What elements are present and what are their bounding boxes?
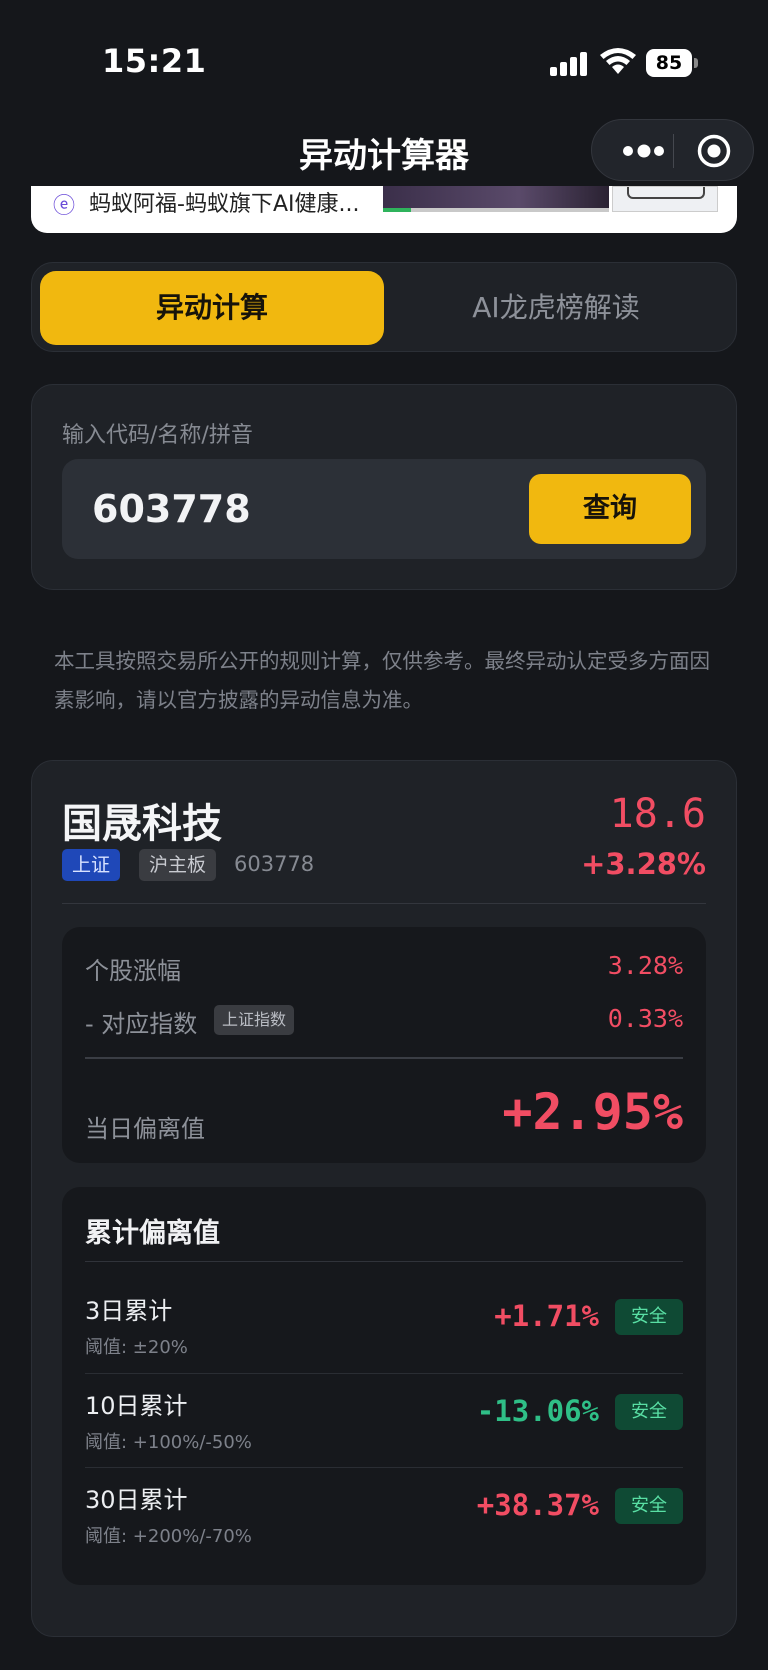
disclaimer-text: 本工具按照交易所公开的规则计算，仅供参考。最终异动认定受多方面因素影响，请以官方… <box>54 649 710 712</box>
index-label: - 对应指数 <box>85 1010 198 1038</box>
stock-change-value: 3.28% <box>607 951 683 980</box>
cumulative-threshold: 阈值: +200%/-70% <box>85 1526 252 1547</box>
status-bar: 15:21 85 <box>0 0 768 120</box>
stock-change-label: 个股涨幅 <box>85 957 181 985</box>
cumulative-value: +1.71% <box>494 1299 599 1333</box>
daily-deviation-value: +2.95% <box>502 1083 683 1141</box>
stock-change: +3.28% <box>581 847 706 881</box>
stock-code: 603778 <box>234 852 315 876</box>
cumulative-deviation-box: 累计偏离值 3日累计 阈值: ±20% +1.71% 安全 10日累计 阈值: … <box>62 1187 706 1585</box>
cumulative-name: 10日累计 <box>85 1392 188 1420</box>
cumulative-row-3d: 3日累计 阈值: ±20% +1.71% 安全 <box>85 1279 683 1373</box>
board-tag: 沪主板 <box>139 849 217 881</box>
ad-text: 蚂蚁阿福-蚂蚁旗下AI健康... <box>89 192 360 217</box>
cumulative-value: +38.37% <box>476 1488 599 1522</box>
status-badge: 安全 <box>615 1299 683 1335</box>
index-tag: 上证指数 <box>214 1005 295 1035</box>
index-value: 0.33% <box>607 1004 683 1033</box>
target-circle-icon[interactable] <box>696 133 732 169</box>
ad-thumbnail <box>612 186 718 212</box>
query-button[interactable]: 查询 <box>529 474 691 544</box>
search-box: 查询 <box>62 459 706 559</box>
battery-level: 85 <box>646 49 692 77</box>
cumulative-row-10d: 10日累计 阈值: +100%/-50% -13.06% 安全 <box>85 1373 683 1467</box>
search-label: 输入代码/名称/拼音 <box>62 423 253 448</box>
cumulative-threshold: 阈值: +100%/-50% <box>85 1432 252 1453</box>
status-badge: 安全 <box>615 1394 683 1430</box>
daily-deviation-box: 个股涨幅 3.28% - 对应指数 上证指数 0.33% 当日偏离值 +2.95… <box>62 927 706 1163</box>
cellular-signal-icon <box>550 52 590 76</box>
mini-program-capsule <box>591 119 754 181</box>
cumulative-threshold: 阈值: ±20% <box>85 1337 188 1358</box>
status-time: 15:21 <box>102 42 207 80</box>
cumulative-row-30d: 30日累计 阈值: +200%/-70% +38.37% 安全 <box>85 1467 683 1561</box>
battery-icon: 85 <box>646 49 698 77</box>
search-input[interactable] <box>92 481 512 537</box>
ad-logo-icon: ⓔ <box>53 194 76 219</box>
cumulative-name: 3日累计 <box>85 1297 173 1325</box>
wifi-icon <box>600 48 636 74</box>
cumulative-name: 30日累计 <box>85 1486 188 1514</box>
status-badge: 安全 <box>615 1488 683 1524</box>
tab-anomaly-calc[interactable]: 异动计算 <box>40 271 384 345</box>
cumulative-value: -13.06% <box>476 1394 599 1428</box>
daily-deviation-label: 当日偏离值 <box>85 1115 205 1143</box>
result-card: 国晟科技 上证 沪主板 603778 18.6 +3.28% 个股涨幅 3.28… <box>31 760 737 1637</box>
ad-image <box>383 186 609 212</box>
divider <box>62 903 706 904</box>
search-card: 输入代码/名称/拼音 查询 <box>31 384 737 590</box>
divider <box>85 1261 683 1262</box>
ad-banner[interactable]: ⓔ 蚂蚁阿福-蚂蚁旗下AI健康... <box>31 186 737 233</box>
cumulative-title: 累计偏离值 <box>85 1218 220 1249</box>
tab-ai-dragon-tiger[interactable]: AI龙虎榜解读 <box>384 271 728 345</box>
stock-price: 18.6 <box>609 791 706 837</box>
divider <box>85 1057 683 1059</box>
mode-tabs: 异动计算 AI龙虎榜解读 <box>31 262 737 352</box>
more-dots-icon[interactable] <box>614 139 674 163</box>
market-tag: 上证 <box>62 849 121 881</box>
stock-name: 国晟科技 <box>62 801 222 847</box>
